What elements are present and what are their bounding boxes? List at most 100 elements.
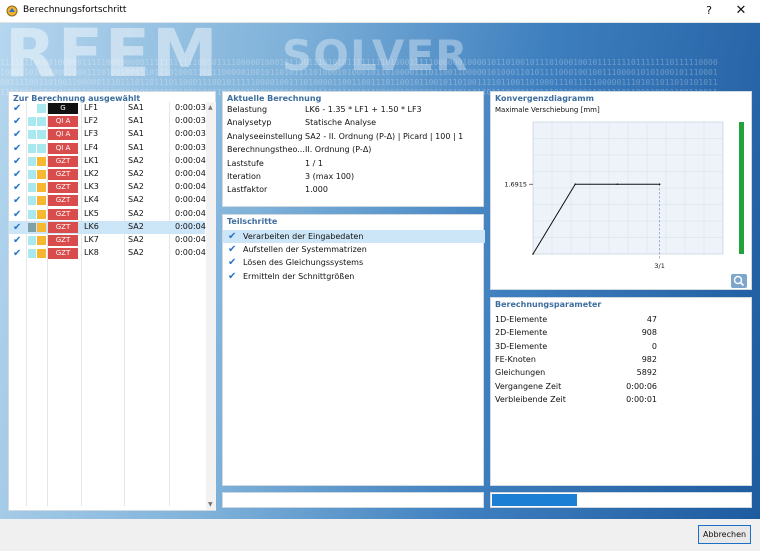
load-case-name: LK8: [84, 248, 99, 258]
list-item[interactable]: ✔ GZT LK8 SA2 0:00:04: [9, 247, 206, 260]
list-item[interactable]: ✔ GZT LK5 SA2 0:00:04: [9, 208, 206, 221]
check-icon: ✔: [13, 195, 22, 207]
calculation-parameters-panel: Berechnungsparameter 1D-Elemente 47 2D-Ele…: [490, 297, 752, 486]
check-icon: ✔: [13, 248, 22, 260]
detail-key: Berechnungstheo...: [227, 145, 305, 155]
close-button[interactable]: ✕: [732, 2, 750, 20]
zoom-icon: [733, 275, 745, 287]
action-category-badge: GZT: [48, 248, 78, 260]
list-item[interactable]: ✔ QI A LF2 SA1 0:00:03: [9, 115, 206, 128]
check-icon: ✔: [13, 142, 22, 154]
load-case-name: LK1: [84, 155, 99, 165]
scroll-up-icon[interactable]: ▲: [208, 104, 213, 111]
step-progress-bar: [222, 492, 484, 508]
analysis-setting: SA2: [128, 248, 144, 258]
calc-time: 0:00:04: [175, 235, 206, 244]
check-icon: ✔: [228, 270, 237, 282]
list-item[interactable]: ✔ GZT LK6 SA2 0:00:04: [9, 220, 206, 234]
parameter-value: 982: [641, 354, 657, 364]
substep-item[interactable]: ✔ Lösen des Gleichungssystems: [223, 256, 485, 269]
title-bar: Berechnungsfortschritt ? ✕: [0, 0, 760, 23]
parameter-key: FE-Knoten: [495, 354, 536, 364]
calc-time: 0:00:04: [175, 221, 206, 231]
check-icon: ✔: [13, 182, 22, 194]
calc-time: 0:00:03: [175, 142, 206, 152]
panel-title: Berechnungsparameter: [495, 300, 602, 309]
selected-for-calculation-panel: Zur Berechnung ausgewählt ✔ G LF1 SA1 0:00:0…: [8, 91, 216, 511]
parameter-key: 3D-Elemente: [495, 341, 548, 351]
detail-row: Iteration 3 (max 100): [227, 172, 354, 181]
color-swatch: [28, 209, 36, 219]
load-case-name: LK4: [84, 195, 99, 205]
load-case-name: LK2: [84, 169, 99, 178]
detail-value: II. Ordnung (P-Δ): [305, 145, 372, 155]
binary-line: 0011110011010011000001110111011011101100…: [0, 78, 718, 87]
detail-value: 1.000: [305, 185, 328, 195]
check-icon: ✔: [228, 244, 237, 256]
check-icon: ✔: [228, 257, 237, 269]
list-item[interactable]: ✔ GZT LK1 SA2 0:00:04: [9, 155, 206, 168]
detail-value: 1 / 1: [305, 158, 323, 168]
analysis-setting: SA2: [128, 235, 144, 244]
scroll-down-icon[interactable]: ▼: [208, 501, 213, 508]
substep-item[interactable]: ✔ Aufstellen der Systemmatrizen: [223, 243, 485, 256]
detail-row: Analyseeinstellung SA2 - II. Ordnung (P-Δ…: [227, 132, 463, 141]
color-swatch: [28, 222, 36, 232]
category-swatch: [37, 104, 46, 113]
list-item[interactable]: ✔ QI A LF3 SA1 0:00:03: [9, 128, 206, 141]
help-button[interactable]: ?: [700, 2, 718, 20]
analysis-setting: SA2: [128, 195, 144, 205]
substep-item[interactable]: ✔ Ermitteln der Schnittgrößen: [223, 270, 485, 283]
calc-time: 0:00:04: [175, 248, 206, 258]
parameter-row: 1D-Elemente 47: [495, 315, 657, 324]
parameter-key: Gleichungen: [495, 368, 546, 378]
calc-time: 0:00:04: [175, 208, 206, 218]
parameter-value: 908: [641, 328, 657, 338]
list-item[interactable]: ✔ QI A LF4 SA1 0:00:03: [9, 142, 206, 155]
category-swatch: [37, 156, 46, 166]
color-swatch: [28, 196, 36, 206]
parameter-key: 2D-Elemente: [495, 328, 548, 338]
parameter-row: FE-Knoten 982: [495, 355, 657, 364]
color-swatch: [28, 249, 36, 259]
color-swatch: [28, 156, 36, 166]
zoom-button[interactable]: [731, 274, 747, 288]
analysis-setting: SA2: [128, 208, 144, 218]
calc-time: 0:00:04: [175, 155, 206, 165]
list-item[interactable]: ✔ G LF1 SA1 0:00:03: [9, 102, 206, 115]
load-case-name: LF2: [84, 116, 99, 126]
substeps-panel: Teilschritte ✔ Verarbeiten der Eingabedat…: [222, 214, 485, 486]
detail-key: Iteration: [227, 172, 261, 181]
parameter-value: 0: [651, 341, 657, 351]
vertical-scrollbar[interactable]: ▲ ▼: [206, 102, 216, 510]
app-icon: [6, 5, 18, 17]
category-swatch: [37, 196, 46, 206]
list-item[interactable]: ✔ GZT LK7 SA2 0:00:04: [9, 234, 206, 247]
dialog-footer: Abbrechen: [0, 519, 760, 551]
panel-title: Teilschritte: [227, 217, 278, 226]
panel-title: Konvergenzdiagramm: [495, 94, 594, 103]
substep-label: Lösen des Gleichungssystems: [243, 258, 364, 268]
detail-value: SA2 - II. Ordnung (P-Δ) | Picard | 100 |…: [305, 131, 464, 141]
parameter-value: 5892: [636, 368, 657, 378]
action-category-badge: GZT: [48, 169, 78, 180]
parameter-row: Verbleibende Zeit 0:00:01: [495, 395, 657, 404]
analysis-setting: SA1: [128, 129, 144, 139]
list-item[interactable]: ✔ GZT LK2 SA2 0:00:04: [9, 168, 206, 181]
parameter-key: 1D-Elemente: [495, 315, 548, 324]
substep-item[interactable]: ✔ Verarbeiten der Eingabedaten: [223, 230, 485, 243]
parameter-value: 0:00:06: [626, 381, 657, 391]
action-category-badge: GZT: [48, 235, 78, 246]
list-item[interactable]: ✔ GZT LK3 SA2 0:00:04: [9, 181, 206, 194]
convergence-panel: Konvergenzdiagramm Maximale Verschiebung…: [490, 91, 752, 290]
action-category-badge: G: [48, 103, 78, 114]
data-point: [574, 183, 577, 186]
list-item[interactable]: ✔ GZT LK4 SA2 0:00:04: [9, 194, 206, 207]
cancel-button[interactable]: Abbrechen: [698, 525, 751, 544]
category-swatch: [37, 209, 46, 219]
parameter-row: 2D-Elemente 908: [495, 328, 657, 337]
data-point: [658, 183, 661, 186]
action-category-badge: GZT: [48, 208, 78, 220]
category-swatch: [37, 222, 46, 232]
load-case-name: LK5: [84, 208, 99, 218]
